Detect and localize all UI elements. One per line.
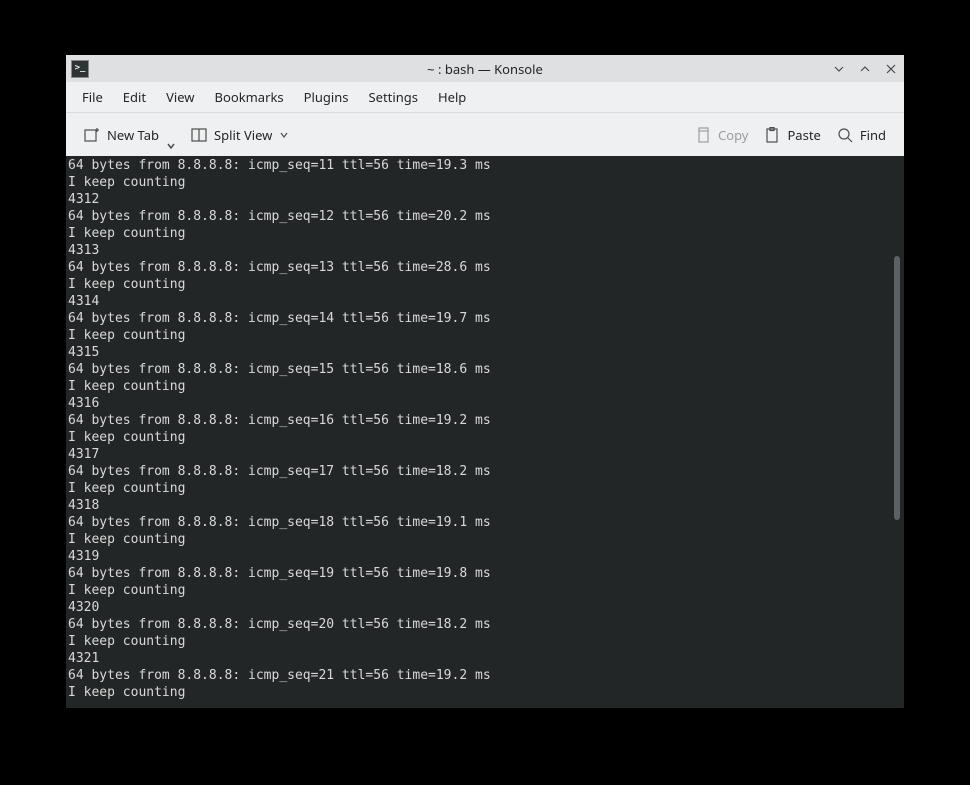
find-label: Find — [860, 126, 886, 144]
toolbar: New Tab Split View Copy Paste — [66, 112, 904, 156]
terminal-line: I keep counting — [68, 429, 902, 446]
maximize-button[interactable] — [852, 55, 878, 82]
window-title: ~ : bash — Konsole — [66, 60, 904, 78]
terminal-line: 64 bytes from 8.8.8.8: icmp_seq=18 ttl=5… — [68, 514, 902, 531]
titlebar: >_ ~ : bash — Konsole — [66, 55, 904, 82]
terminal-line: 64 bytes from 8.8.8.8: icmp_seq=21 ttl=5… — [68, 667, 902, 684]
terminal-line: 4321 — [68, 650, 902, 667]
menu-bookmarks[interactable]: Bookmarks — [205, 83, 294, 111]
menu-file[interactable]: File — [72, 83, 113, 111]
terminal-line: I keep counting — [68, 276, 902, 293]
menubar: File Edit View Bookmarks Plugins Setting… — [66, 82, 904, 112]
terminal-line: 4320 — [68, 599, 902, 616]
terminal-line: 64 bytes from 8.8.8.8: icmp_seq=20 ttl=5… — [68, 616, 902, 633]
terminal-line: 4313 — [68, 242, 902, 259]
terminal-line: I keep counting — [68, 378, 902, 395]
paste-label: Paste — [787, 126, 820, 144]
app-icon: >_ — [71, 60, 89, 78]
copy-button[interactable]: Copy — [687, 122, 756, 148]
paste-button[interactable]: Paste — [756, 122, 828, 148]
menu-edit[interactable]: Edit — [113, 83, 156, 111]
close-icon — [884, 62, 898, 76]
chevron-down-icon — [832, 62, 846, 76]
split-view-dropdown[interactable] — [279, 126, 289, 144]
chevron-down-icon — [279, 130, 289, 140]
minimize-button[interactable] — [826, 55, 852, 82]
new-tab-icon — [84, 127, 100, 143]
terminal-line: 64 bytes from 8.8.8.8: icmp_seq=12 ttl=5… — [68, 208, 902, 225]
terminal-line: 4312 — [68, 191, 902, 208]
split-view-button[interactable]: Split View — [183, 122, 297, 148]
terminal-output: 64 bytes from 8.8.8.8: icmp_seq=11 ttl=5… — [66, 156, 904, 702]
new-tab-label: New Tab — [107, 126, 159, 144]
new-tab-button[interactable]: New Tab — [76, 122, 167, 148]
terminal-line: 64 bytes from 8.8.8.8: icmp_seq=13 ttl=5… — [68, 259, 902, 276]
terminal-line: 4314 — [68, 293, 902, 310]
terminal-line: I keep counting — [68, 327, 902, 344]
terminal-line: I keep counting — [68, 684, 902, 701]
close-button[interactable] — [878, 55, 904, 82]
menu-plugins[interactable]: Plugins — [294, 83, 359, 111]
menu-help[interactable]: Help — [428, 83, 476, 111]
konsole-window: >_ ~ : bash — Konsole File Edit View Boo… — [66, 55, 904, 708]
find-button[interactable]: Find — [829, 122, 894, 148]
terminal-line: 64 bytes from 8.8.8.8: icmp_seq=17 ttl=5… — [68, 463, 902, 480]
terminal-line: 4315 — [68, 344, 902, 361]
terminal-line: I keep counting — [68, 480, 902, 497]
terminal-line: 4316 — [68, 395, 902, 412]
window-controls — [826, 55, 904, 82]
terminal-line: 64 bytes from 8.8.8.8: icmp_seq=14 ttl=5… — [68, 310, 902, 327]
terminal-line: 4317 — [68, 446, 902, 463]
paste-icon — [764, 127, 780, 143]
terminal-line: I keep counting — [68, 582, 902, 599]
split-view-label: Split View — [214, 126, 272, 144]
terminal-line: I keep counting — [68, 633, 902, 650]
chevron-down-icon — [167, 142, 175, 150]
copy-icon — [695, 127, 711, 143]
search-icon — [837, 127, 853, 143]
terminal-line: I keep counting — [68, 225, 902, 242]
terminal-line: 64 bytes from 8.8.8.8: icmp_seq=15 ttl=5… — [68, 361, 902, 378]
terminal-line: 4319 — [68, 548, 902, 565]
chevron-up-icon — [858, 62, 872, 76]
terminal-line: 64 bytes from 8.8.8.8: icmp_seq=16 ttl=5… — [68, 412, 902, 429]
terminal-line: I keep counting — [68, 174, 902, 191]
menu-view[interactable]: View — [156, 83, 204, 111]
split-view-icon — [191, 127, 207, 143]
terminal-viewport[interactable]: 64 bytes from 8.8.8.8: icmp_seq=11 ttl=5… — [66, 156, 904, 708]
scrollbar-thumb[interactable] — [894, 256, 900, 520]
tab-overflow-button[interactable] — [167, 136, 177, 156]
terminal-line: 64 bytes from 8.8.8.8: icmp_seq=11 ttl=5… — [68, 157, 902, 174]
terminal-line: 4318 — [68, 497, 902, 514]
copy-label: Copy — [718, 126, 748, 144]
terminal-line: I keep counting — [68, 531, 902, 548]
menu-settings[interactable]: Settings — [359, 83, 428, 111]
terminal-line: 64 bytes from 8.8.8.8: icmp_seq=19 ttl=5… — [68, 565, 902, 582]
